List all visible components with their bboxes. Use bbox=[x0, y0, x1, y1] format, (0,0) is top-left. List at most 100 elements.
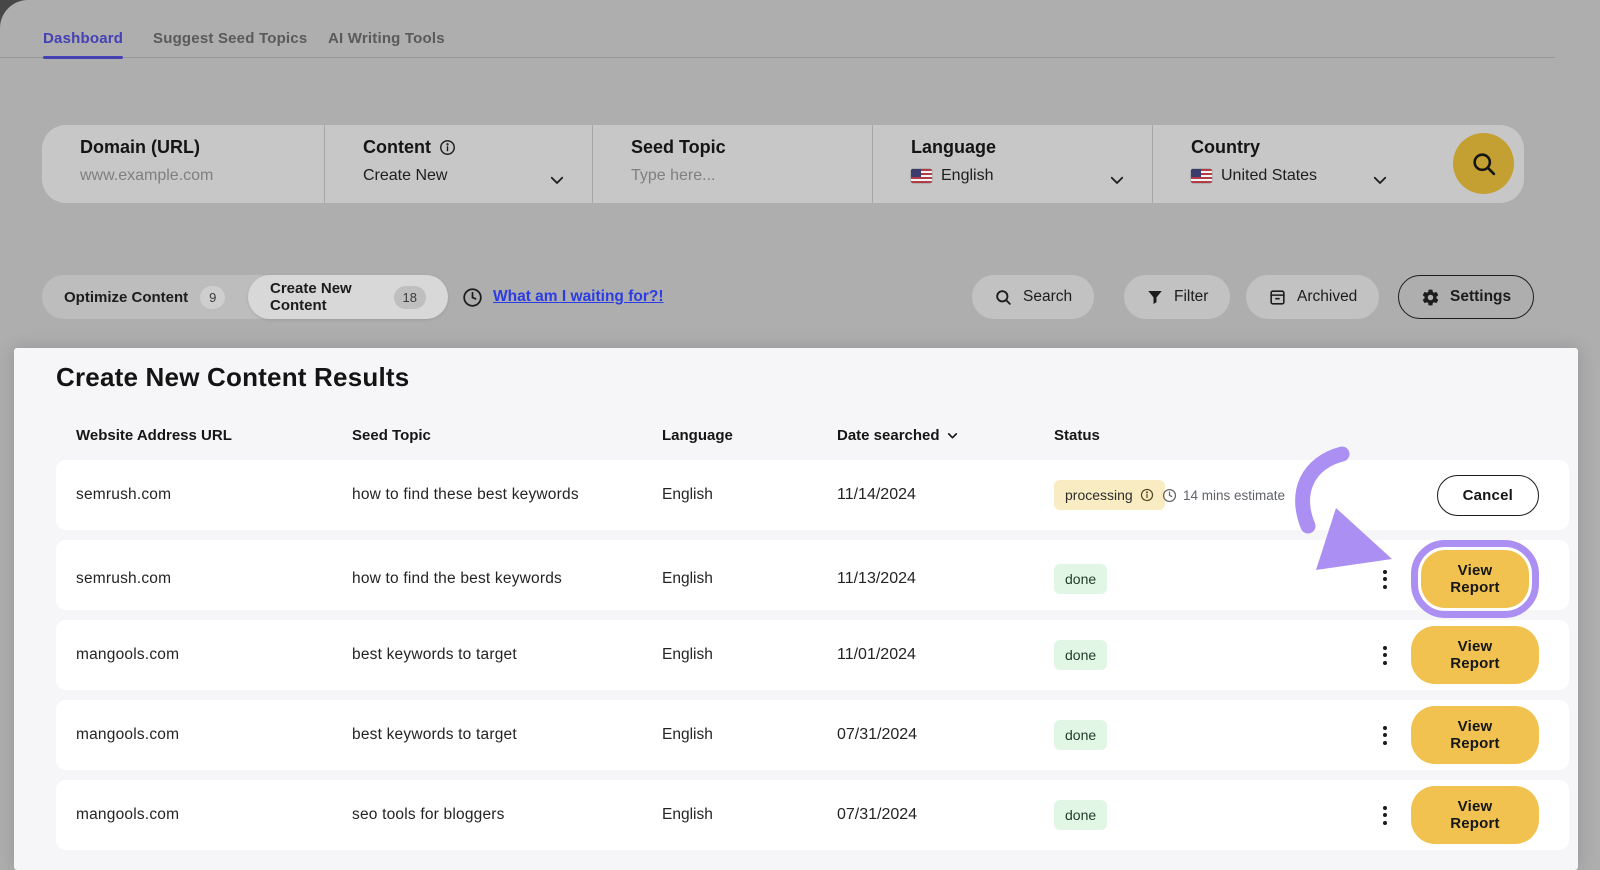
settings-button[interactable]: Settings bbox=[1398, 275, 1534, 319]
row-website-url: mangools.com bbox=[76, 726, 352, 744]
results-title: Create New Content Results bbox=[56, 362, 409, 393]
app-page: Dashboard Suggest Seed Topics AI Writing… bbox=[0, 0, 1600, 870]
row-date-searched: 07/31/2024 bbox=[837, 726, 1054, 744]
results-table-header: Website Address URL Seed Topic Language … bbox=[56, 420, 1569, 450]
info-icon[interactable] bbox=[439, 139, 456, 156]
filter-button-label: Filter bbox=[1174, 288, 1208, 306]
row-action-button[interactable]: Cancel bbox=[1437, 475, 1539, 516]
row-action-button[interactable]: View Report bbox=[1411, 626, 1539, 684]
row-action-cell: View Report bbox=[1411, 626, 1539, 684]
create-new-content-count-badge: 18 bbox=[394, 286, 426, 309]
row-website-url: semrush.com bbox=[76, 486, 352, 504]
row-action-button[interactable]: View Report bbox=[1411, 706, 1539, 764]
column-header-status: Status bbox=[1054, 427, 1162, 444]
info-icon[interactable] bbox=[1140, 488, 1154, 502]
table-row: mangools.com best keywords to target Eng… bbox=[56, 620, 1569, 690]
tab-create-new-content-label: Create New Content bbox=[270, 280, 382, 314]
row-action-cell: View Report bbox=[1411, 706, 1539, 764]
seed-topic-field: Seed Topic bbox=[592, 125, 872, 203]
search-button[interactable]: Search bbox=[972, 275, 1094, 319]
row-language: English bbox=[662, 726, 837, 744]
tab-create-new-content[interactable]: Create New Content 18 bbox=[248, 275, 448, 319]
status-badge: done bbox=[1054, 720, 1107, 750]
tab-optimize-content-label: Optimize Content bbox=[64, 289, 188, 306]
row-website-url: mangools.com bbox=[76, 646, 352, 664]
action-button-wrap: View Report bbox=[1411, 786, 1539, 844]
status-badge: processing bbox=[1054, 480, 1165, 510]
us-flag-icon bbox=[1191, 169, 1212, 183]
row-language: English bbox=[662, 646, 837, 664]
domain-label: Domain (URL) bbox=[80, 137, 324, 158]
search-button-label: Search bbox=[1023, 288, 1072, 306]
kebab-menu-icon[interactable] bbox=[1375, 722, 1395, 749]
column-header-date-searched[interactable]: Date searched bbox=[837, 427, 1054, 444]
row-status-cell: done bbox=[1054, 564, 1162, 594]
row-seed-topic: seo tools for bloggers bbox=[352, 806, 662, 824]
action-button-wrap: View Report bbox=[1411, 540, 1539, 618]
search-icon bbox=[994, 288, 1013, 307]
country-field[interactable]: Country United States bbox=[1152, 125, 1449, 203]
language-label: Language bbox=[911, 137, 1152, 158]
status-badge: done bbox=[1054, 800, 1107, 830]
archived-button[interactable]: Archived bbox=[1246, 275, 1379, 319]
filter-button[interactable]: Filter bbox=[1124, 275, 1230, 319]
domain-input[interactable] bbox=[80, 167, 260, 185]
row-language: English bbox=[662, 486, 837, 504]
row-language: English bbox=[662, 570, 837, 588]
kebab-menu-icon[interactable] bbox=[1375, 642, 1395, 669]
column-header-website-url: Website Address URL bbox=[76, 427, 352, 444]
row-language: English bbox=[662, 806, 837, 824]
results-rows: semrush.com how to find these best keywo… bbox=[56, 460, 1569, 860]
seed-topic-input[interactable] bbox=[631, 167, 811, 185]
nav-tab-ai-writing-tools[interactable]: AI Writing Tools bbox=[328, 30, 445, 47]
content-field[interactable]: Content Create New bbox=[324, 125, 592, 203]
table-row: semrush.com how to find the best keyword… bbox=[56, 540, 1569, 610]
language-select-value[interactable]: English bbox=[941, 167, 993, 185]
clock-icon bbox=[462, 287, 483, 308]
nav-tab-dashboard[interactable]: Dashboard bbox=[43, 30, 123, 47]
row-seed-topic: best keywords to target bbox=[352, 646, 662, 664]
waiting-info: What am I waiting for?! bbox=[462, 275, 664, 319]
action-button-wrap: View Report bbox=[1411, 626, 1539, 684]
content-label: Content bbox=[363, 137, 431, 158]
what-am-i-waiting-for-link[interactable]: What am I waiting for?! bbox=[493, 288, 664, 306]
kebab-menu-icon[interactable] bbox=[1375, 566, 1395, 593]
row-seed-topic: best keywords to target bbox=[352, 726, 662, 744]
submit-search-button[interactable] bbox=[1453, 133, 1514, 194]
row-status-cell: done bbox=[1054, 800, 1162, 830]
row-status-cell: processing bbox=[1054, 480, 1162, 510]
kebab-menu-icon[interactable] bbox=[1375, 802, 1395, 829]
row-action-cell: View Report bbox=[1411, 540, 1539, 618]
row-date-searched: 11/14/2024 bbox=[837, 486, 1054, 504]
language-field[interactable]: Language English bbox=[872, 125, 1152, 203]
column-header-language: Language bbox=[662, 427, 837, 444]
row-date-searched: 07/31/2024 bbox=[837, 806, 1054, 824]
chevron-down-icon[interactable] bbox=[1371, 171, 1389, 189]
row-estimate-cell: 14 mins estimate bbox=[1162, 488, 1375, 503]
row-action-cell: View Report bbox=[1411, 786, 1539, 844]
top-navigation: Dashboard Suggest Seed Topics AI Writing… bbox=[0, 0, 1555, 58]
clock-icon bbox=[1162, 488, 1177, 503]
search-form-bar: Domain (URL) Content Create New Seed Top… bbox=[42, 125, 1524, 203]
country-select-value[interactable]: United States bbox=[1221, 167, 1317, 185]
settings-button-label: Settings bbox=[1450, 288, 1511, 306]
row-status-cell: done bbox=[1054, 720, 1162, 750]
gear-icon bbox=[1421, 288, 1440, 307]
row-action-button[interactable]: View Report bbox=[1411, 786, 1539, 844]
row-seed-topic: how to find the best keywords bbox=[352, 570, 662, 588]
sort-chevron-down-icon[interactable] bbox=[946, 429, 959, 442]
status-badge: done bbox=[1054, 640, 1107, 670]
chevron-down-icon[interactable] bbox=[548, 171, 566, 189]
nav-tab-suggest-seed-topics[interactable]: Suggest Seed Topics bbox=[153, 30, 307, 47]
chevron-down-icon[interactable] bbox=[1108, 171, 1126, 189]
column-header-seed-topic: Seed Topic bbox=[352, 427, 662, 444]
action-button-wrap: View Report bbox=[1411, 706, 1539, 764]
row-website-url: mangools.com bbox=[76, 806, 352, 824]
results-toolbar: Optimize Content 9 Create New Content 18… bbox=[0, 275, 1600, 319]
seed-topic-label: Seed Topic bbox=[631, 137, 872, 158]
row-website-url: semrush.com bbox=[76, 570, 352, 588]
row-action-cell: Cancel bbox=[1411, 475, 1539, 516]
action-button-wrap: Cancel bbox=[1437, 475, 1539, 516]
domain-field: Domain (URL) bbox=[42, 125, 324, 203]
row-action-button[interactable]: View Report bbox=[1421, 550, 1529, 608]
